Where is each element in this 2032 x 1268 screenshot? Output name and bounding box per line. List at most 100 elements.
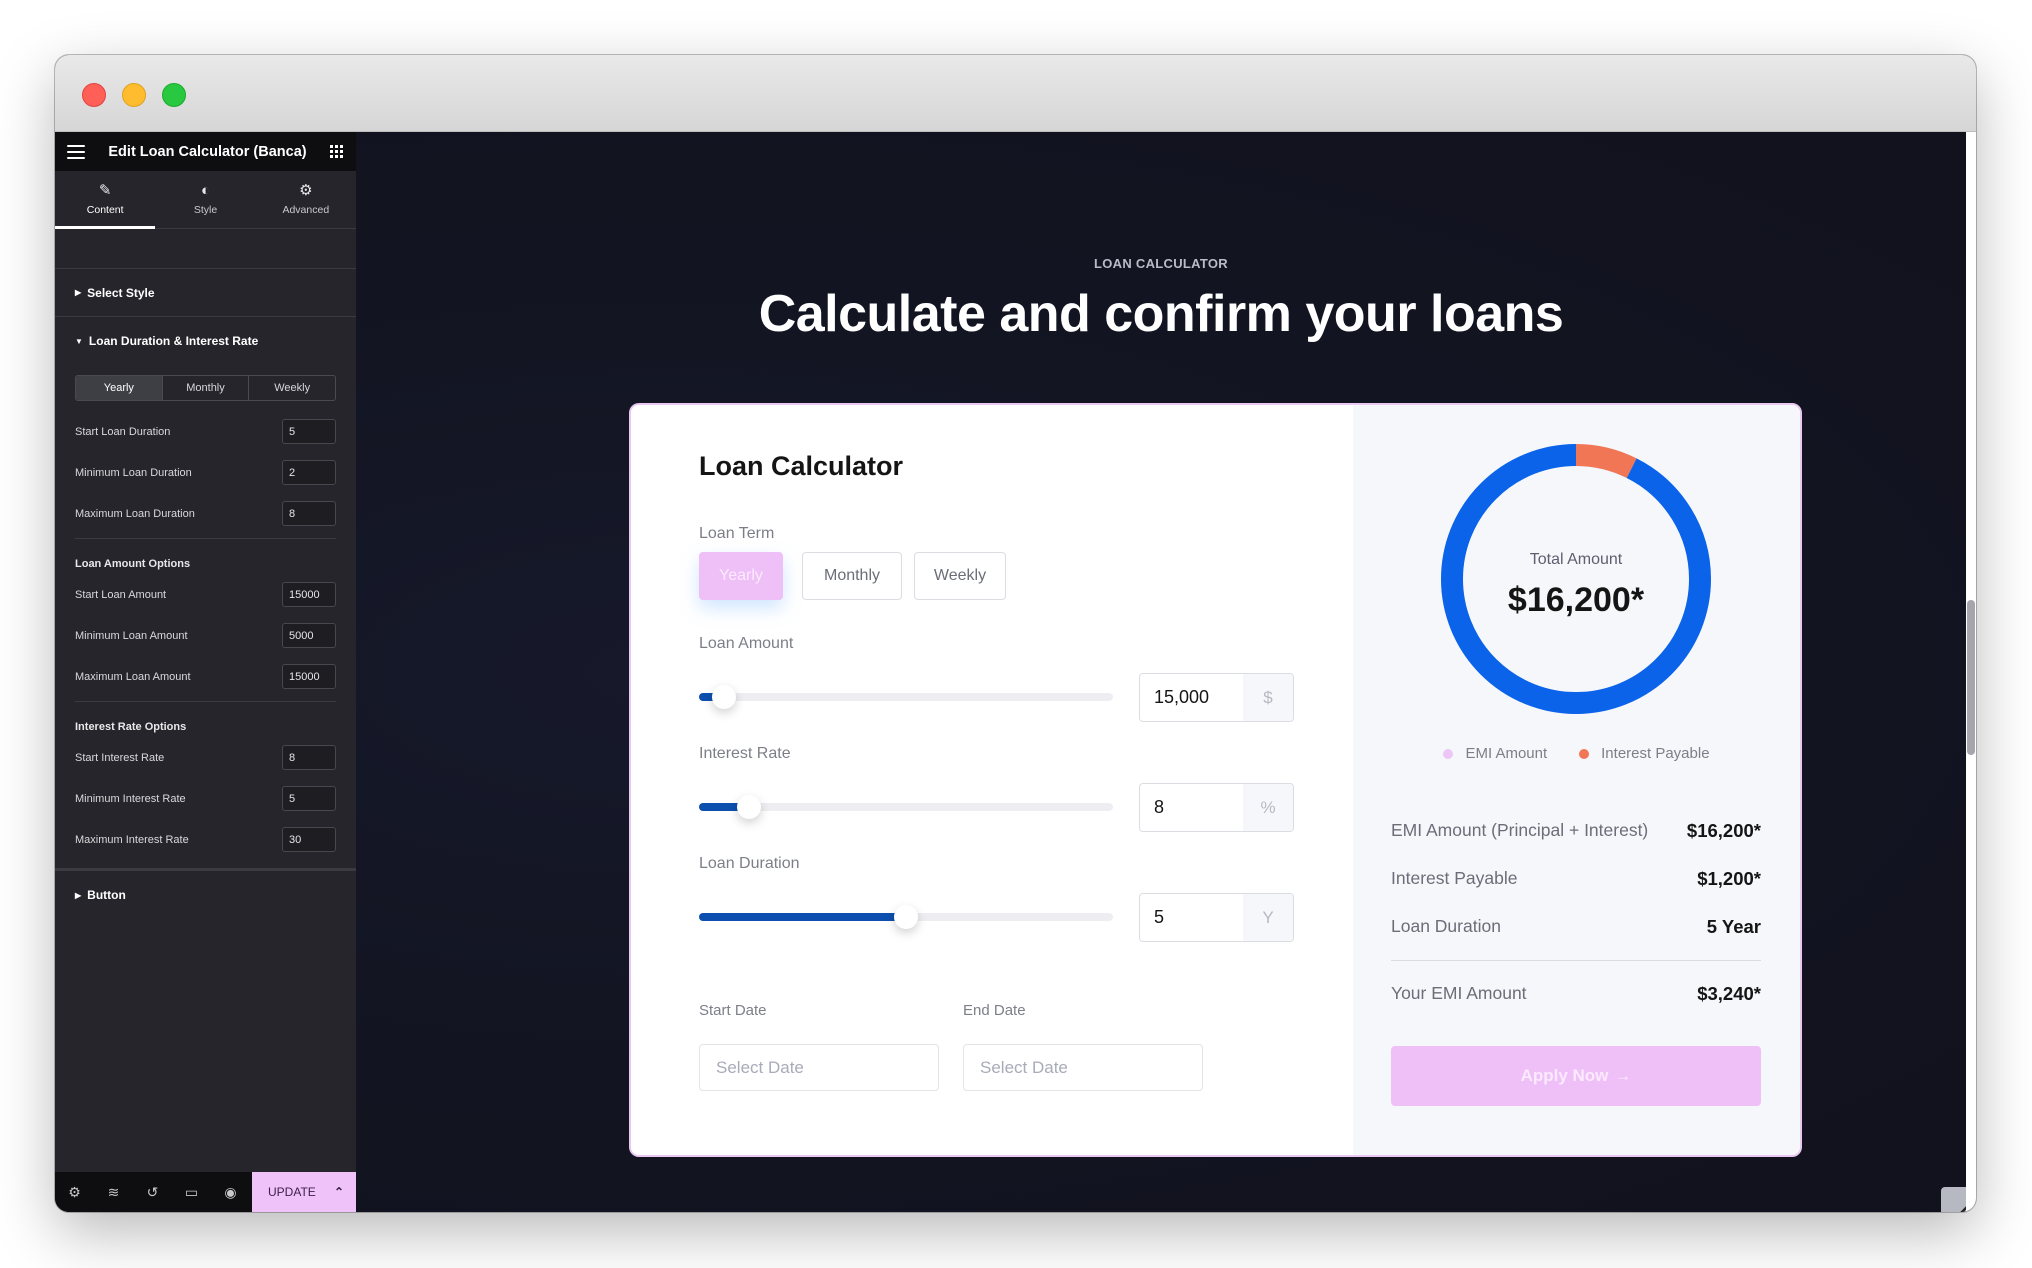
- minimize-window-button[interactable]: [122, 83, 146, 107]
- section-loan-duration[interactable]: ▼ Loan Duration & Interest Rate: [55, 317, 356, 365]
- close-window-button[interactable]: [82, 83, 106, 107]
- loan-duration-value[interactable]: 5: [1140, 894, 1243, 941]
- start-loan-amount-input[interactable]: [282, 582, 336, 607]
- section-title: Loan Duration & Interest Rate: [88, 334, 259, 348]
- term-weekly-button[interactable]: Weekly: [914, 552, 1006, 600]
- slider-thumb[interactable]: [894, 905, 918, 929]
- interest-rate-label: Interest Rate: [699, 745, 791, 762]
- percent-unit: %: [1243, 784, 1293, 831]
- loan-amount-slider[interactable]: [699, 685, 1113, 709]
- section-button[interactable]: ▶ Button: [55, 871, 356, 919]
- loan-duration-field[interactable]: 5 Y: [1139, 893, 1294, 942]
- end-date-input[interactable]: Select Date: [963, 1044, 1203, 1091]
- segment-monthly[interactable]: Monthly: [163, 376, 250, 400]
- preview-eye-icon[interactable]: ◉: [211, 1172, 250, 1212]
- field-min-interest-rate: Minimum Interest Rate: [75, 778, 336, 819]
- loan-amount-value[interactable]: 15,000: [1140, 674, 1243, 721]
- summary-label: Loan Duration: [1391, 916, 1501, 936]
- section-title: Button: [87, 888, 126, 902]
- term-monthly-button[interactable]: Monthly: [802, 552, 902, 600]
- start-interest-rate-input[interactable]: [282, 745, 336, 770]
- caret-right-icon: ▶: [75, 288, 82, 297]
- layers-icon[interactable]: ≋: [94, 1172, 133, 1212]
- field-max-interest-rate: Maximum Interest Rate: [75, 819, 336, 860]
- max-interest-rate-input[interactable]: [282, 827, 336, 852]
- start-loan-duration-input[interactable]: [282, 419, 336, 444]
- panel-header: Edit Loan Calculator (Banca): [55, 132, 356, 171]
- summary-value: $1,200*: [1697, 868, 1761, 889]
- tab-label: Advanced: [282, 204, 330, 216]
- summary-value: $16,200*: [1686, 820, 1761, 841]
- total-amount-donut-chart: [1441, 444, 1711, 714]
- section-eyebrow: LOAN CALCULATOR: [1093, 256, 1228, 271]
- interest-rate-field[interactable]: 8 %: [1139, 783, 1294, 832]
- editor-panel: Edit Loan Calculator (Banca) ✎ Content ◐…: [55, 132, 356, 1212]
- responsive-icon[interactable]: ▭: [172, 1172, 211, 1212]
- year-unit: Y: [1243, 894, 1293, 941]
- browser-window: Edit Loan Calculator (Banca) ✎ Content ◐…: [55, 55, 1976, 1212]
- hamburger-icon[interactable]: [67, 144, 85, 159]
- field-label: Start Interest Rate: [75, 751, 165, 764]
- tab-style[interactable]: ◐ Style: [155, 171, 255, 228]
- start-date-input[interactable]: Select Date: [699, 1044, 939, 1091]
- summary-label: Interest Payable: [1391, 868, 1518, 888]
- loan-amount-label: Loan Amount: [699, 635, 794, 652]
- chevron-up-icon[interactable]: ⌃: [334, 1185, 344, 1199]
- grid-icon[interactable]: [330, 144, 344, 159]
- summary-value: $3,240*: [1697, 983, 1761, 1004]
- summary-divider: [1391, 960, 1761, 961]
- section-select-style[interactable]: ▶ Select Style: [55, 269, 356, 317]
- summary-row-interest: Interest Payable $1,200*: [1391, 868, 1761, 890]
- calculator-title: Loan Calculator: [699, 451, 904, 481]
- dollar-unit: $: [1243, 674, 1293, 721]
- calculator-summary: Total Amount $16,200* EMI Amount Interes…: [1353, 405, 1800, 1155]
- min-loan-amount-input[interactable]: [282, 623, 336, 648]
- update-button[interactable]: UPDATE ⌃: [252, 1172, 356, 1212]
- legend-dot-emi: [1443, 748, 1454, 759]
- interest-rate-slider[interactable]: [699, 795, 1113, 819]
- term-yearly-button[interactable]: Yearly: [699, 552, 783, 600]
- section-title: Select Style: [87, 285, 155, 300]
- apply-label: Apply Now: [1520, 1066, 1609, 1085]
- field-label: Minimum Interest Rate: [75, 792, 186, 805]
- segment-yearly[interactable]: Yearly: [76, 376, 163, 400]
- panel-footer: ⚙ ≋ ↺ ▭ ◉ UPDATE ⌃: [55, 1172, 356, 1212]
- panel-title: Edit Loan Calculator (Banca): [108, 143, 307, 160]
- segment-weekly[interactable]: Weekly: [249, 376, 335, 400]
- max-loan-amount-input[interactable]: [282, 664, 336, 689]
- field-min-loan-amount: Minimum Loan Amount: [75, 615, 336, 656]
- field-start-loan-amount: Start Loan Amount: [75, 574, 336, 615]
- max-loan-duration-input[interactable]: [282, 501, 336, 526]
- apply-now-button[interactable]: Apply Now →: [1391, 1046, 1761, 1106]
- arrow-right-icon: →: [1614, 1066, 1632, 1085]
- panel-spacer: [55, 229, 356, 269]
- tab-label: Content: [86, 204, 124, 216]
- tab-content[interactable]: ✎ Content: [55, 171, 156, 229]
- legend-dot-interest: [1579, 748, 1590, 759]
- maximize-window-button[interactable]: [162, 83, 186, 107]
- interest-rate-value[interactable]: 8: [1140, 784, 1243, 831]
- min-interest-rate-input[interactable]: [282, 786, 336, 811]
- end-date-label: End Date: [963, 1002, 1026, 1019]
- loan-amount-field[interactable]: 15,000 $: [1139, 673, 1294, 722]
- interest-rate-options-title: Interest Rate Options: [75, 701, 336, 737]
- total-amount-label: Total Amount: [1529, 551, 1623, 568]
- field-label: Start Loan Duration: [75, 425, 171, 438]
- loan-calculator-card: Loan Calculator Loan Term Yearly Monthly…: [629, 403, 1802, 1157]
- settings-icon[interactable]: ⚙: [55, 1172, 94, 1212]
- loan-duration-slider[interactable]: [699, 905, 1113, 929]
- period-segmented-control: Yearly Monthly Weekly: [75, 375, 336, 401]
- start-date-label: Start Date: [699, 1002, 767, 1019]
- field-label: Maximum Loan Duration: [75, 507, 195, 520]
- half-circle-icon: ◐: [200, 182, 211, 199]
- min-loan-duration-input[interactable]: [282, 460, 336, 485]
- tab-advanced[interactable]: ⚙ Advanced: [256, 171, 356, 228]
- slider-thumb[interactable]: [711, 685, 736, 709]
- loan-duration-controls: Yearly Monthly Weekly Start Loan Duratio…: [55, 365, 356, 871]
- page-scrollbar-thumb[interactable]: [1967, 600, 1975, 755]
- caret-down-icon: ▼: [75, 336, 83, 346]
- loan-amount-options-title: Loan Amount Options: [75, 538, 336, 574]
- slider-thumb[interactable]: [736, 795, 761, 819]
- field-label: Start Loan Amount: [75, 588, 167, 601]
- history-icon[interactable]: ↺: [133, 1172, 172, 1212]
